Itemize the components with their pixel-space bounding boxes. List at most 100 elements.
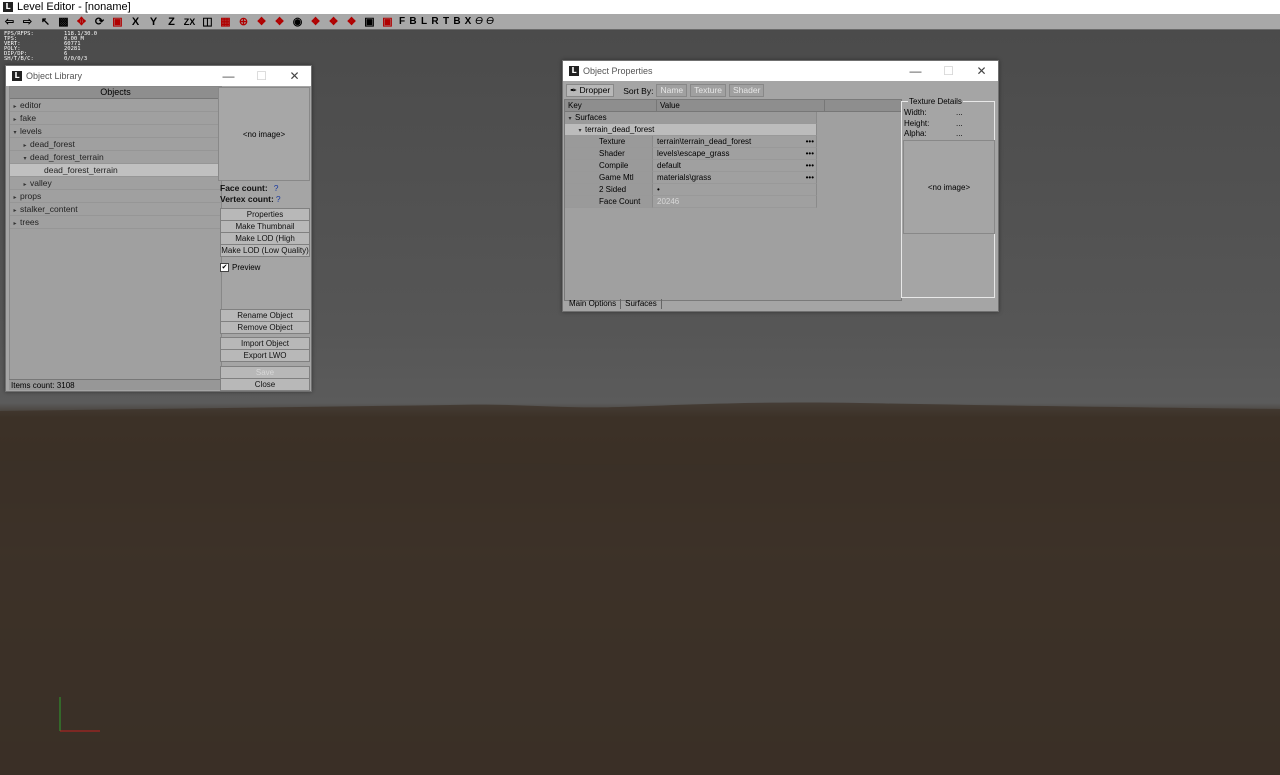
property-value[interactable]: materials\grass	[657, 173, 711, 182]
view-bottom-button[interactable]: B	[453, 15, 461, 29]
tree-item-label: dead_forest_terrain	[30, 152, 104, 162]
view-right-button[interactable]: R	[431, 15, 439, 29]
property-row-texture[interactable]: Texture terrain\terrain_dead_forest •••	[565, 136, 901, 148]
fill-mode-icon[interactable]: Ɵ	[475, 15, 483, 29]
rotate-icon[interactable]: ⟳	[92, 15, 107, 29]
snap-move-icon[interactable]: ❖	[308, 15, 323, 29]
lock-y-button[interactable]: Y	[146, 15, 161, 29]
close-button[interactable]: Close	[220, 378, 310, 391]
property-value: 20246	[657, 197, 680, 206]
property-row-game-mtl[interactable]: Game Mtl materials\grass •••	[565, 172, 901, 184]
tree-item-stalker-content[interactable]: ▸ stalker_content	[10, 203, 221, 216]
tree-item-props[interactable]: ▸ props	[10, 190, 221, 203]
camera-snap-icon[interactable]: ❖	[344, 15, 359, 29]
view-back-button[interactable]: B	[409, 15, 417, 29]
items-count-status: Items count: 3108	[9, 379, 220, 390]
sort-name-button[interactable]: Name	[656, 84, 688, 97]
checkbox-check-icon[interactable]: ✔	[220, 263, 229, 272]
browse-ellipsis-icon[interactable]: •••	[806, 148, 814, 160]
view-front-button[interactable]: F	[398, 15, 406, 29]
zoom-extents-icon[interactable]: ▣	[362, 15, 377, 29]
object-tree[interactable]: Objects ▸ editor ▸ fake ▾ levels ▸ dead_fore…	[9, 86, 222, 381]
tree-item-dead-forest-terrain-selected[interactable]: dead_forest_terrain	[10, 164, 221, 177]
minimize-icon[interactable]: —	[899, 64, 932, 78]
lock-x-button[interactable]: X	[128, 15, 143, 29]
main-toolbar: ⇦ ⇨ ↖ ▩ ✥ ⟳ ▣ X Y Z ZX ◫ ▦ ⊕ ❖ ❖ ◉ ❖ ❖ ❖…	[0, 14, 1280, 30]
browse-ellipsis-icon[interactable]: •••	[806, 136, 814, 148]
tree-item-editor[interactable]: ▸ editor	[10, 99, 221, 112]
collapse-arrow-icon[interactable]: ▾	[10, 127, 20, 139]
close-icon[interactable]: ✕	[965, 64, 998, 78]
scale-icon[interactable]: ▣	[110, 15, 125, 29]
dropper-icon: ✒	[570, 85, 578, 95]
property-value[interactable]: default	[657, 161, 681, 170]
property-value[interactable]: levels\escape_grass	[657, 149, 729, 158]
dropper-button[interactable]: ✒ Dropper	[566, 84, 615, 97]
sort-texture-button[interactable]: Texture	[690, 84, 727, 97]
tree-item-label: stalker_content	[20, 204, 78, 214]
property-row-face-count[interactable]: Face Count 20246	[565, 196, 901, 208]
object-properties-title: Object Properties	[583, 66, 653, 76]
face-count-label: Face count:	[220, 183, 268, 193]
remove-object-button[interactable]: Remove Object	[220, 321, 310, 334]
texture-height: Height:...	[902, 119, 994, 130]
property-row-shader[interactable]: Shader levels\escape_grass •••	[565, 148, 901, 160]
tree-item-label: trees	[20, 217, 39, 227]
maximize-icon[interactable]: ☐	[245, 69, 278, 83]
snap-object-icon[interactable]: ▦	[218, 15, 233, 29]
redo-icon[interactable]: ⇨	[20, 15, 35, 29]
two-sided-toggle[interactable]: •	[657, 185, 660, 194]
browse-ellipsis-icon[interactable]: •••	[806, 160, 814, 172]
texture-width: Width:...	[902, 108, 994, 119]
select-icon[interactable]: ↖	[38, 15, 53, 29]
subgroup-row[interactable]: ▾ terrain_dead_forest	[565, 124, 901, 136]
property-row-2-sided[interactable]: 2 Sided •	[565, 184, 901, 196]
minimize-icon[interactable]: —	[212, 69, 245, 83]
snap-vertex-icon[interactable]: ⊕	[236, 15, 251, 29]
view-top-button[interactable]: T	[442, 15, 450, 29]
expand-arrow-icon[interactable]: ▸	[10, 218, 20, 230]
export-lwo-button[interactable]: Export LWO	[220, 349, 310, 362]
snap-grid-icon[interactable]: ◫	[200, 15, 215, 29]
no-image-label: <no image>	[927, 182, 971, 192]
shade-mode-icon[interactable]: Ɵ	[486, 15, 494, 29]
undo-icon[interactable]: ⇦	[2, 15, 17, 29]
tab-surfaces[interactable]: Surfaces	[621, 299, 662, 309]
tree-item-levels[interactable]: ▾ levels	[10, 125, 221, 138]
group-row-surfaces[interactable]: ▾ Surfaces	[565, 112, 901, 124]
close-icon[interactable]: ✕	[278, 69, 311, 83]
camera-icon[interactable]: ▩	[56, 15, 71, 29]
view-left-button[interactable]: L	[420, 15, 428, 29]
snap-rotate-icon[interactable]: ❖	[272, 15, 287, 29]
maximize-icon[interactable]: ☐	[932, 64, 965, 78]
app-titlebar: L Level Editor - [noname]	[0, 0, 1280, 14]
stat-value: 0/0/0/3	[64, 56, 88, 62]
zoom-selection-icon[interactable]: ▣	[380, 15, 395, 29]
magnet-icon[interactable]: ❖	[254, 15, 269, 29]
tree-item-valley[interactable]: ▸ valley	[10, 177, 221, 190]
preview-checkbox[interactable]: ✔ Preview	[220, 263, 260, 272]
property-row-compile[interactable]: Compile default •••	[565, 160, 901, 172]
tree-item-dead-forest[interactable]: ▸ dead_forest	[10, 138, 221, 151]
make-lod-low-button[interactable]: Make LOD (Low Quality)	[220, 244, 310, 257]
sort-shader-button[interactable]: Shader	[729, 84, 765, 97]
tab-main-options[interactable]: Main Options	[565, 299, 622, 309]
alpha-label: Alpha:	[904, 129, 927, 138]
view-reset-button[interactable]: X	[464, 15, 472, 29]
tree-item-label: props	[20, 191, 42, 201]
collapse-arrow-icon[interactable]: ▾	[20, 153, 30, 165]
lock-zx-button[interactable]: ZX	[182, 15, 197, 29]
snap-angle-icon[interactable]: ❖	[326, 15, 341, 29]
stat-label: SH/T/B/C:	[4, 56, 34, 62]
tree-item-dead-forest-terrain-folder[interactable]: ▾ dead_forest_terrain	[10, 151, 221, 164]
snap-scale-icon[interactable]: ◉	[290, 15, 305, 29]
object-library-titlebar: L Object Library — ☐ ✕	[6, 66, 311, 86]
move-icon[interactable]: ✥	[74, 15, 89, 29]
tree-item-trees[interactable]: ▸ trees	[10, 216, 221, 229]
browse-ellipsis-icon[interactable]: •••	[806, 172, 814, 184]
properties-grid[interactable]: Key Value ▾ Surfaces ▾ terrain_dead_forest…	[564, 99, 902, 301]
property-value[interactable]: terrain\terrain_dead_forest	[657, 137, 751, 146]
window-logo-icon: L	[12, 71, 22, 81]
lock-z-button[interactable]: Z	[164, 15, 179, 29]
tree-item-fake[interactable]: ▸ fake	[10, 112, 221, 125]
